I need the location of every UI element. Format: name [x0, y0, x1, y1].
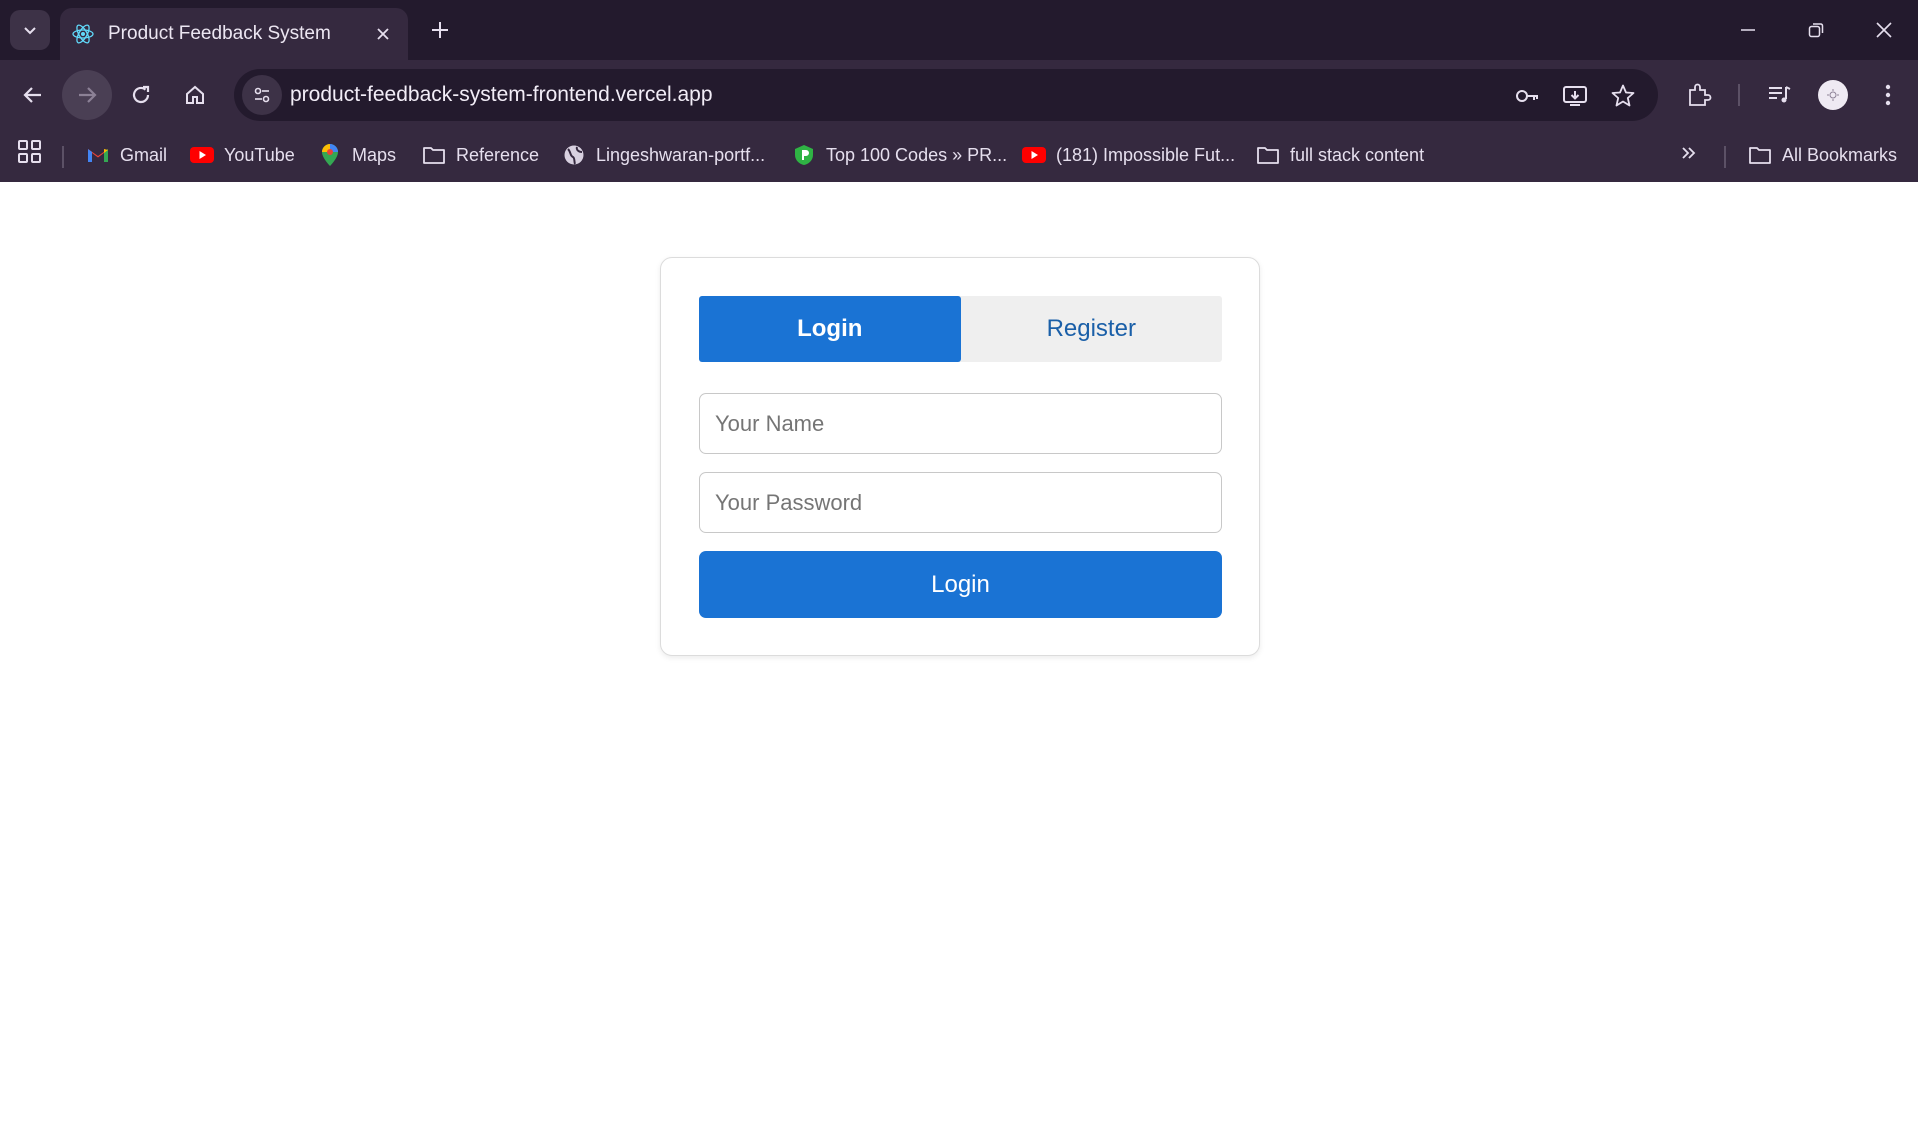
folder-icon: [1256, 143, 1280, 167]
auth-card: Login Register Login: [660, 257, 1260, 656]
bookmark-label: Reference: [456, 144, 540, 165]
shield-icon: [792, 143, 816, 167]
password-input[interactable]: [699, 472, 1222, 533]
youtube-icon: [190, 143, 214, 167]
tab-login[interactable]: Login: [699, 296, 961, 362]
chevron-down-icon: [24, 27, 36, 35]
browser-chrome: Product Feedback System product-feedback…: [0, 0, 1918, 182]
tab-register[interactable]: Register: [961, 296, 1223, 362]
bookmark-label: Maps: [352, 144, 397, 165]
bookmark-top-100-codes[interactable]: Top 100 Codes » PR...: [792, 138, 1007, 172]
bookmark-label: YouTube: [224, 144, 295, 165]
media-controls-icon[interactable]: [1762, 78, 1796, 112]
close-tab-icon[interactable]: [370, 21, 396, 47]
bookmark-youtube[interactable]: YouTube: [190, 138, 295, 172]
reload-icon[interactable]: [116, 70, 166, 120]
back-arrow-icon[interactable]: [8, 70, 58, 120]
toolbar-divider: [1738, 84, 1740, 106]
restore-icon[interactable]: [1794, 10, 1838, 50]
bookmark-label: Gmail: [120, 144, 168, 165]
folder-icon: [1748, 143, 1772, 167]
profile-avatar[interactable]: [1818, 80, 1848, 110]
address-bar[interactable]: product-feedback-system-frontend.vercel.…: [234, 69, 1658, 121]
bookmark-full-stack-folder[interactable]: full stack content: [1256, 138, 1424, 172]
tab-search-button[interactable]: [10, 10, 50, 50]
youtube-icon: [1022, 143, 1046, 167]
double-chevron-right-icon[interactable]: [1674, 138, 1704, 168]
new-tab-plus-icon[interactable]: [424, 14, 456, 46]
all-bookmarks-label: All Bookmarks: [1782, 144, 1898, 165]
name-input[interactable]: [699, 393, 1222, 454]
site-settings-icon[interactable]: [242, 75, 282, 115]
react-icon: [72, 23, 94, 45]
home-icon[interactable]: [170, 70, 220, 120]
more-menu-icon[interactable]: [1871, 78, 1905, 112]
bookmarks-divider: [62, 146, 64, 168]
bookmark-impossible-future[interactable]: (181) Impossible Fut...: [1022, 138, 1235, 172]
forward-arrow-icon[interactable]: [62, 70, 112, 120]
auth-tabs: Login Register: [699, 296, 1222, 362]
all-bookmarks-folder[interactable]: All Bookmarks: [1748, 138, 1897, 172]
bookmarks-bar: Gmail YouTube Maps Reference Lingeshwara…: [0, 130, 1918, 182]
extensions-puzzle-icon[interactable]: [1682, 78, 1716, 112]
bookmark-portfolio[interactable]: Lingeshwaran-portf...: [562, 138, 765, 172]
browser-tab-active[interactable]: Product Feedback System: [60, 8, 408, 60]
globe-icon: [562, 143, 586, 167]
bookmark-gmail[interactable]: Gmail: [86, 138, 167, 172]
login-submit-button[interactable]: Login: [699, 551, 1222, 618]
folder-icon: [422, 143, 446, 167]
url-text[interactable]: product-feedback-system-frontend.vercel.…: [290, 83, 713, 107]
maps-icon: [318, 143, 342, 167]
install-app-icon[interactable]: [1560, 81, 1590, 111]
bookmark-label: full stack content: [1290, 144, 1425, 165]
bookmark-label: Lingeshwaran-portf...: [596, 144, 766, 165]
minimize-icon[interactable]: [1726, 10, 1770, 50]
bookmarks-divider: [1724, 146, 1726, 168]
browser-toolbar: product-feedback-system-frontend.vercel.…: [0, 60, 1918, 130]
apps-grid-icon[interactable]: [16, 138, 44, 166]
bookmark-reference-folder[interactable]: Reference: [422, 138, 539, 172]
bookmark-label: Top 100 Codes » PR...: [826, 144, 1008, 165]
bookmark-maps[interactable]: Maps: [318, 138, 396, 172]
bookmark-label: (181) Impossible Fut...: [1056, 144, 1236, 165]
tab-strip: Product Feedback System: [0, 0, 1918, 60]
close-window-icon[interactable]: [1862, 10, 1906, 50]
tab-title: Product Feedback System: [108, 23, 331, 44]
gmail-icon: [86, 143, 110, 167]
key-icon[interactable]: [1512, 81, 1542, 111]
bookmark-star-icon[interactable]: [1608, 81, 1638, 111]
